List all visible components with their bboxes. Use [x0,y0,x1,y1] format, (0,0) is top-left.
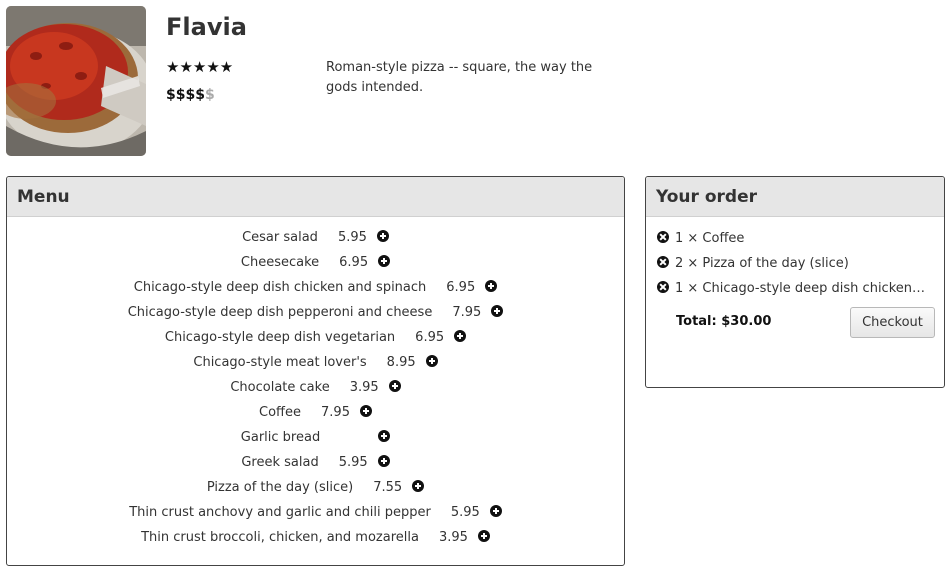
menu-item-name: Garlic bread [240,430,321,445]
menu-item: Cheesecake 6.95 [7,250,624,275]
remove-item-icon[interactable] [657,280,669,293]
add-item-icon[interactable] [388,379,401,392]
menu-item-name: Chicago-style deep dish chicken and spin… [133,280,427,295]
menu-item-price: 5.95 [338,455,368,470]
menu-item-price: 7.55 [373,480,403,495]
menu-item: Chicago-style deep dish chicken and spin… [7,275,624,300]
order-heading: Your order [646,177,944,217]
menu-item: Thin crust broccoli, chicken, and mozare… [7,525,624,550]
menu-item-name: Chocolate cake [230,380,330,395]
order-item: 2 × Pizza of the day (slice) [657,251,944,276]
price-level: $$$$$ [166,86,215,104]
order-item-text: 2 × Pizza of the day (slice) [675,256,849,271]
menu-item: Chicago-style deep dish vegetarian 6.95 [7,325,624,350]
menu-item-price: 6.95 [446,280,476,295]
checkout-button[interactable]: Checkout [850,307,935,338]
add-item-icon[interactable] [412,479,425,492]
order-list: 1 × Coffee 2 × Pizza of the day (slice) … [646,217,944,301]
menu-panel: Menu Cesar salad 5.95 Cheesecake 6.95 Ch… [6,176,625,566]
menu-item-name: Greek salad [241,455,319,470]
remove-item-icon[interactable] [657,255,669,268]
menu-item-name: Chicago-style deep dish pepperoni and ch… [127,305,433,320]
order-item-text: 1 × Chicago-style deep dish chicken an..… [675,281,927,296]
order-item: 1 × Coffee [657,226,944,251]
add-item-icon[interactable] [378,254,391,267]
menu-item-name: Cheesecake [240,255,320,270]
remove-item-icon[interactable] [657,230,669,243]
menu-item-name: Thin crust broccoli, chicken, and mozare… [141,530,419,545]
menu-item-price: 7.95 [452,305,482,320]
menu-item-name: Cesar salad [242,230,318,245]
order-item-text: 1 × Coffee [675,231,745,246]
menu-item-price: 3.95 [438,530,468,545]
add-item-icon[interactable] [477,529,490,542]
restaurant-photo [6,6,146,156]
price-level-active: $$$$ [166,87,205,103]
add-item-icon[interactable] [359,404,372,417]
add-item-icon[interactable] [485,279,498,292]
add-item-icon[interactable] [378,429,391,442]
menu-item: Chicago-style meat lover's 8.95 [7,350,624,375]
menu-heading: Menu [7,177,624,217]
add-item-icon[interactable] [454,329,467,342]
restaurant-description: Roman-style pizza -- square, the way the… [326,60,593,95]
add-item-icon[interactable] [425,354,438,367]
price-level-inactive: $ [204,87,215,103]
order-item: 1 × Chicago-style deep dish chicken an..… [657,276,944,301]
menu-item-price: 6.95 [339,255,369,270]
restaurant-name: Flavia [166,13,247,41]
menu-item-price: 5.95 [450,505,480,520]
order-total: Total: $30.00 [676,314,772,329]
menu-item: Garlic bread [7,425,624,450]
menu-item-price: 5.95 [337,230,367,245]
menu-item-price: 3.95 [349,380,379,395]
menu-item-price: 6.95 [415,330,445,345]
add-item-icon[interactable] [489,504,502,517]
menu-item: Chicago-style deep dish pepperoni and ch… [7,300,624,325]
add-item-icon[interactable] [376,229,389,242]
add-item-icon[interactable] [491,304,504,317]
menu-list: Cesar salad 5.95 Cheesecake 6.95 Chicago… [7,217,624,550]
rating-stars: ★★★★★ [166,58,234,76]
menu-item: Pizza of the day (slice) 7.55 [7,475,624,500]
order-footer: Total: $30.00 Checkout [646,307,944,339]
menu-item: Cesar salad 5.95 [7,225,624,250]
menu-item: Chocolate cake 3.95 [7,375,624,400]
menu-item-name: Chicago-style meat lover's [193,355,367,370]
menu-item-name: Coffee [259,405,302,420]
menu-item: Thin crust anchovy and garlic and chili … [7,500,624,525]
menu-item-name: Chicago-style deep dish vegetarian [164,330,396,345]
menu-item-name: Pizza of the day (slice) [206,480,354,495]
order-panel: Your order 1 × Coffee 2 × Pizza of the d… [645,176,945,388]
menu-item-name: Thin crust anchovy and garlic and chili … [129,505,431,520]
menu-item-price: 8.95 [386,355,416,370]
menu-item: Coffee 7.95 [7,400,624,425]
menu-item-price: 7.95 [321,405,350,420]
menu-item: Greek salad 5.95 [7,450,624,475]
restaurant-header: Flavia ★★★★★ $$$$$ Roman-style pizza -- … [6,6,946,156]
add-item-icon[interactable] [377,454,390,467]
